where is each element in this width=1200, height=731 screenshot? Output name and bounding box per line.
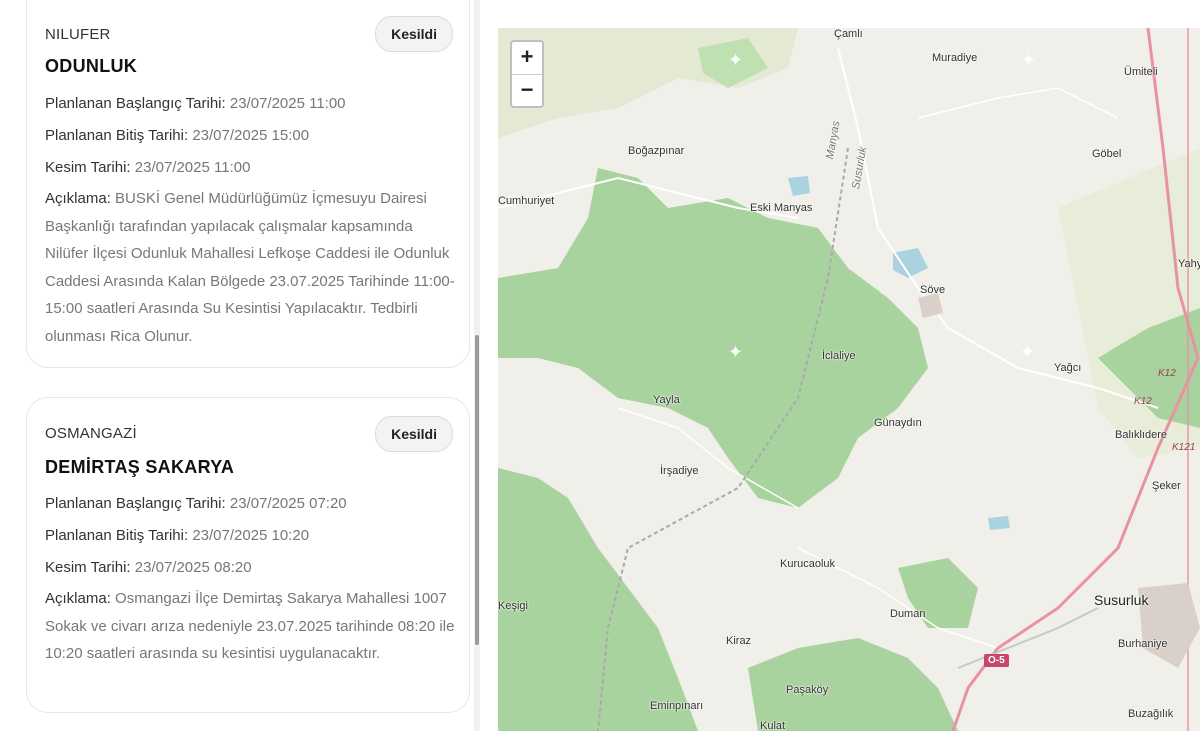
district-name: NILUFER xyxy=(45,26,111,43)
scrollbar-thumb[interactable] xyxy=(475,335,479,645)
planned-start-value: 23/07/2025 07:20 xyxy=(229,495,347,512)
map-label: Muradiye xyxy=(932,52,978,64)
road-ref-label: K121 xyxy=(1172,442,1196,453)
zoom-in-button[interactable]: + xyxy=(512,42,542,75)
map-label: Susurluk xyxy=(1094,592,1149,608)
place-marker-icon: ✦ xyxy=(728,342,744,362)
map-view[interactable]: ✦ ✦ ✦ ✦ Çamlı Muradiye Ümiteli Boğazpına… xyxy=(498,28,1200,731)
zoom-out-button[interactable]: − xyxy=(512,75,542,107)
planned-start-label: Planlanan Başlangıç Tarihi: xyxy=(45,495,226,512)
outage-card: OSMANGAZİ Kesildi DEMİRTAŞ SAKARYA Planl… xyxy=(26,397,470,713)
planned-end-row: Planlanan Bitiş Tarihi: 23/07/2025 10:20 xyxy=(45,527,309,544)
place-marker-icon: ✦ xyxy=(728,50,744,70)
map-label: Eski Manyas xyxy=(750,202,813,214)
road-shield: O-5 xyxy=(984,654,1009,667)
planned-end-label: Planlanan Bitiş Tarihi: xyxy=(45,127,189,144)
map-label: Kiraz xyxy=(726,635,752,647)
planned-end-value: 23/07/2025 10:20 xyxy=(192,527,310,544)
map-label: Ümiteli xyxy=(1124,66,1158,78)
map-label: Göbel xyxy=(1092,148,1122,160)
description-label: Açıklama: xyxy=(45,590,111,607)
description-text: BUSKİ Genel Müdürlüğümüz İçmesuyu Daires… xyxy=(45,190,455,345)
map-label: Eminpınarı xyxy=(650,700,704,712)
place-marker-icon: ✦ xyxy=(1020,342,1036,362)
status-badge[interactable]: Kesildi xyxy=(375,416,453,452)
planned-start-label: Planlanan Başlangıç Tarihi: xyxy=(45,95,226,112)
place-marker-icon: ✦ xyxy=(1021,50,1037,70)
cut-date-label: Kesim Tarihi: xyxy=(45,159,131,176)
planned-end-value: 23/07/2025 15:00 xyxy=(192,127,310,144)
map-label: Yağcı xyxy=(1054,362,1082,374)
neighborhood-title: DEMİRTAŞ SAKARYA xyxy=(45,457,235,477)
map-tiles xyxy=(498,28,1200,731)
district-name: OSMANGAZİ xyxy=(45,425,137,442)
planned-start-row: Planlanan Başlangıç Tarihi: 23/07/2025 1… xyxy=(45,95,346,112)
cut-date-row: Kesim Tarihi: 23/07/2025 11:00 xyxy=(45,159,250,176)
map-label: Keşigi xyxy=(498,600,528,612)
map-label: Paşaköy xyxy=(786,684,829,696)
map-label: Yahy xyxy=(1178,258,1200,270)
map-label: Yayla xyxy=(653,394,680,406)
cut-date-label: Kesim Tarihi: xyxy=(45,559,131,576)
road-ref-label: K12 xyxy=(1134,396,1152,407)
zoom-control: + − xyxy=(510,40,544,108)
map-label: Balıklıdere xyxy=(1115,429,1167,441)
map-label: Kulat xyxy=(760,720,786,731)
cut-date-value: 23/07/2025 08:20 xyxy=(134,559,252,576)
description: Açıklama: Osmangazi İlçe Demirtaş Sakary… xyxy=(45,585,457,668)
map-label: Duman xyxy=(890,608,926,620)
road-ref-label: K12 xyxy=(1158,368,1176,379)
neighborhood-title: ODUNLUK xyxy=(45,56,138,76)
map-label: Şeker xyxy=(1152,480,1181,492)
map-label: Kurucaoluk xyxy=(780,558,836,570)
map-label: İrşadiye xyxy=(660,465,699,477)
map-label: İclaliye xyxy=(822,350,856,362)
cut-date-row: Kesim Tarihi: 23/07/2025 08:20 xyxy=(45,559,252,576)
map-label: Boğazpınar xyxy=(628,145,685,157)
map-label: Söve xyxy=(920,284,946,296)
map-label: Burhaniye xyxy=(1118,638,1168,650)
map-label: Günaydın xyxy=(874,417,922,429)
planned-start-row: Planlanan Başlangıç Tarihi: 23/07/2025 0… xyxy=(45,495,347,512)
outage-card: NILUFER Kesildi ODUNLUK Planlanan Başlan… xyxy=(26,0,470,368)
planned-end-label: Planlanan Bitiş Tarihi: xyxy=(45,527,189,544)
planned-end-row: Planlanan Bitiş Tarihi: 23/07/2025 15:00 xyxy=(45,127,309,144)
description-label: Açıklama: xyxy=(45,190,111,207)
description: Açıklama: BUSKİ Genel Müdürlüğümüz İçmes… xyxy=(45,185,457,350)
outage-list[interactable]: NILUFER Kesildi ODUNLUK Planlanan Başlan… xyxy=(0,0,482,731)
map-label: Çamlı xyxy=(834,28,863,40)
map-label: Buzağılık xyxy=(1128,708,1174,720)
planned-start-value: 23/07/2025 11:00 xyxy=(229,95,346,112)
cut-date-value: 23/07/2025 11:00 xyxy=(134,159,251,176)
status-badge[interactable]: Kesildi xyxy=(375,16,453,52)
map-label: Cumhuriyet xyxy=(498,195,555,207)
